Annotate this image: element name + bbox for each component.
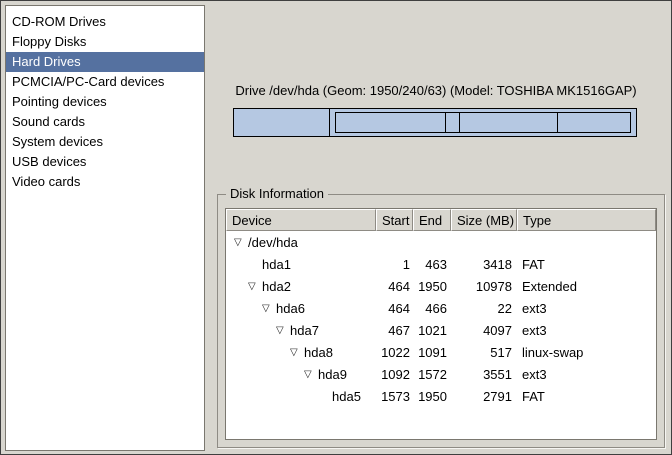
device-category-pcmcia-pc-card-devices[interactable]: PCMCIA/PC-Card devices [6, 72, 204, 92]
logical-partition-divider [445, 113, 446, 132]
type-cell: ext3 [517, 323, 656, 338]
column-header-size-mb[interactable]: Size (MB) [451, 209, 517, 231]
column-header-start[interactable]: Start [376, 209, 413, 231]
device-name: /dev/hda [248, 235, 298, 250]
disk-information-frame: Disk Information DeviceStartEndSize (MB)… [217, 194, 665, 448]
type-cell: Extended [517, 279, 656, 294]
device-category-system-devices[interactable]: System devices [6, 132, 204, 152]
tree-indent [226, 374, 304, 375]
start-cell: 1092 [376, 367, 413, 382]
size-cell: 2791 [451, 389, 517, 404]
end-cell: 1950 [413, 389, 451, 404]
disk-row-hda8[interactable]: ▽hda810221091517linux-swap [226, 341, 656, 363]
expander-triangle-icon[interactable]: ▽ [290, 347, 304, 358]
tree-indent [226, 264, 248, 265]
column-header-device[interactable]: Device [226, 209, 376, 231]
size-cell: 3418 [451, 257, 517, 272]
device-category-video-cards[interactable]: Video cards [6, 172, 204, 192]
drive-description: Drive /dev/hda (Geom: 1950/240/63) (Mode… [205, 83, 667, 98]
size-cell: 3551 [451, 367, 517, 382]
disk-row-dev-hda[interactable]: ▽/dev/hda [226, 231, 656, 253]
type-cell: linux-swap [517, 345, 656, 360]
end-cell: 1572 [413, 367, 451, 382]
disk-row-hda5[interactable]: hda5 157319502791FAT [226, 385, 656, 407]
disk-row-hda9[interactable]: ▽hda9109215723551ext3 [226, 363, 656, 385]
size-cell: 4097 [451, 323, 517, 338]
size-cell: 22 [451, 301, 517, 316]
start-cell: 1022 [376, 345, 413, 360]
type-cell: ext3 [517, 301, 656, 316]
device-cell: ▽hda6 [226, 301, 376, 316]
device-cell: ▽hda9 [226, 367, 376, 382]
device-name: hda2 [262, 279, 291, 294]
device-category-hard-drives[interactable]: Hard Drives [6, 52, 204, 72]
end-cell: 1021 [413, 323, 451, 338]
device-name: hda7 [290, 323, 319, 338]
type-cell: ext3 [517, 367, 656, 382]
device-cell: hda1 [226, 257, 376, 272]
start-cell: 464 [376, 301, 413, 316]
disk-row-hda2[interactable]: ▽hda2464195010978Extended [226, 275, 656, 297]
device-browser-window: CD-ROM DrivesFloppy DisksHard DrivesPCMC… [0, 0, 672, 455]
device-cell: ▽hda7 [226, 323, 376, 338]
device-name: hda8 [304, 345, 333, 360]
disk-row-hda6[interactable]: ▽hda646446622ext3 [226, 297, 656, 319]
device-name: hda6 [276, 301, 305, 316]
device-cell: ▽/dev/hda [226, 235, 376, 250]
device-category-floppy-disks[interactable]: Floppy Disks [6, 32, 204, 52]
device-category-cd-rom-drives[interactable]: CD-ROM Drives [6, 12, 204, 32]
device-category-usb-devices[interactable]: USB devices [6, 152, 204, 172]
device-category-sound-cards[interactable]: Sound cards [6, 112, 204, 132]
tree-indent [226, 396, 318, 397]
partition-layout-bar [233, 108, 637, 137]
tree-indent [226, 286, 248, 287]
device-category-pointing-devices[interactable]: Pointing devices [6, 92, 204, 112]
disk-table-header: DeviceStartEndSize (MB)Type [226, 209, 656, 231]
disk-information-title: Disk Information [226, 186, 328, 201]
device-name: hda1 [262, 257, 291, 272]
extended-partition-box [335, 112, 631, 133]
start-cell: 1573 [376, 389, 413, 404]
disk-row-hda1[interactable]: hda1 14633418FAT [226, 253, 656, 275]
end-cell: 1091 [413, 345, 451, 360]
device-category-list: CD-ROM DrivesFloppy DisksHard DrivesPCMC… [5, 5, 205, 451]
size-cell: 10978 [451, 279, 517, 294]
primary-partition-divider [329, 109, 330, 136]
device-name: hda9 [318, 367, 347, 382]
disk-row-hda7[interactable]: ▽hda746710214097ext3 [226, 319, 656, 341]
expander-triangle-icon[interactable]: ▽ [304, 369, 318, 380]
start-cell: 1 [376, 257, 413, 272]
tree-indent [226, 308, 262, 309]
column-header-end[interactable]: End [413, 209, 451, 231]
expander-triangle-icon[interactable]: ▽ [248, 281, 262, 292]
end-cell: 1950 [413, 279, 451, 294]
end-cell: 463 [413, 257, 451, 272]
tree-indent [226, 242, 234, 243]
type-cell: FAT [517, 389, 656, 404]
device-cell: hda5 [226, 389, 376, 404]
device-cell: ▽hda2 [226, 279, 376, 294]
device-name: hda5 [332, 389, 361, 404]
disk-table-body: ▽/dev/hdahda114633418FAT▽hda246419501097… [226, 231, 656, 439]
expander-triangle-icon[interactable]: ▽ [262, 303, 276, 314]
start-cell: 464 [376, 279, 413, 294]
type-cell: FAT [517, 257, 656, 272]
end-cell: 466 [413, 301, 451, 316]
expander-triangle-icon[interactable]: ▽ [276, 325, 290, 336]
device-cell: ▽hda8 [226, 345, 376, 360]
logical-partition-divider [459, 113, 460, 132]
logical-partition-divider [557, 113, 558, 132]
size-cell: 517 [451, 345, 517, 360]
tree-indent [226, 330, 276, 331]
start-cell: 467 [376, 323, 413, 338]
tree-indent [226, 352, 290, 353]
disk-table: DeviceStartEndSize (MB)Type ▽/dev/hdahda… [225, 208, 657, 440]
column-header-type[interactable]: Type [517, 209, 656, 231]
expander-triangle-icon[interactable]: ▽ [234, 237, 248, 248]
